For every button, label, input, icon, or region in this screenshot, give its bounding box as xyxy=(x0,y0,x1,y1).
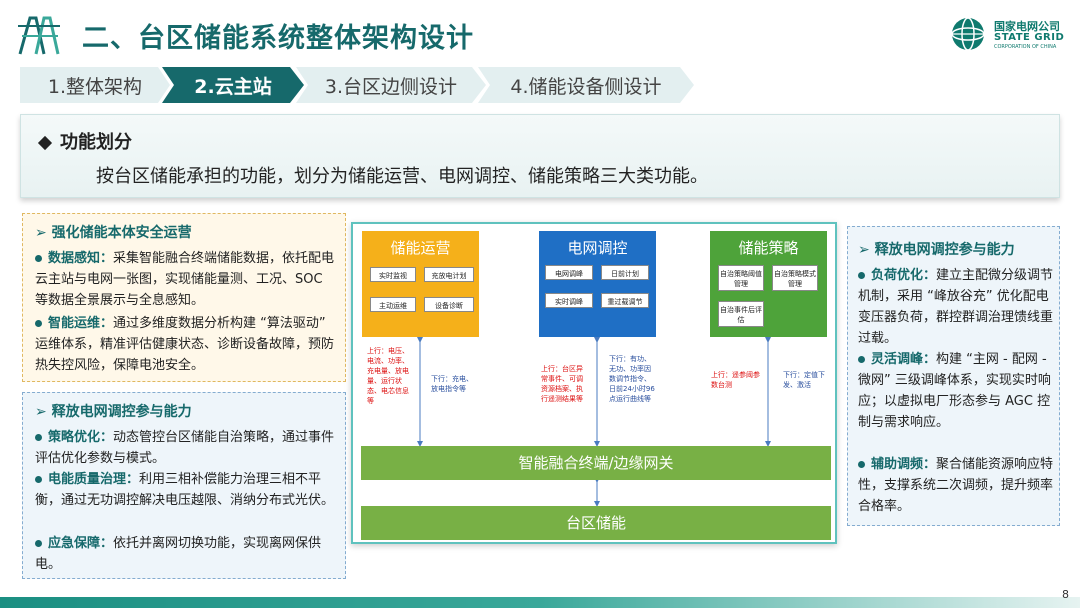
uplink-note-strategy: 上行：遥参阈参数台测 xyxy=(711,371,760,389)
chevron-right-icon: ➢ xyxy=(35,225,47,241)
list-item: 电能质量治理：利用三相补偿能力治理三相不平衡，通过无功调控解决电压越限、消纳分布… xyxy=(35,472,335,508)
data-flow-arrows xyxy=(417,337,771,507)
list-item: 负荷优化：建立主配微分级调节机制，采用 “峰放谷充” 优化配电变压器负荷，群控群… xyxy=(858,268,1054,346)
page-number: 8 xyxy=(1062,588,1069,601)
edge-gateway-bar: 智能融合终端/边缘网关 xyxy=(361,446,831,480)
logo-sub-text: CORPORATION OF CHINA xyxy=(994,44,1057,50)
bullet-icon xyxy=(35,540,42,547)
tab-overall-architecture[interactable]: 1.整体架构 xyxy=(20,67,170,103)
section-tabs: 1.整体架构 2.云主站 3.台区边侧设计 4.储能设备侧设计 xyxy=(20,67,1060,103)
bullet-icon xyxy=(35,434,42,441)
grid-dispatch-box-right: ➢ 释放电网调控参与能力 负荷优化：建立主配微分级调节机制，采用 “峰放谷充” … xyxy=(847,226,1060,526)
state-grid-globe-icon xyxy=(950,16,986,52)
power-tower-icon xyxy=(14,12,62,56)
list-item: 数据感知：采集智能融合终端储能数据，依托配电云主站与电网一张图，实现储能量测、工… xyxy=(35,251,335,308)
list-item: 智能运维：通过多维度数据分析构建 “算法驱动” 运维体系，精准评估健康状态、诊断… xyxy=(35,316,335,373)
bullet-icon xyxy=(35,320,42,327)
banner-text: 按台区储能承担的功能，划分为储能运营、电网调控、储能策略三大类功能。 xyxy=(96,166,708,187)
footer-bar xyxy=(0,597,1080,608)
banner-heading: 功能划分 xyxy=(37,128,132,154)
safety-operation-box: ➢ 强化储能本体安全运营 数据感知：采集智能融合终端储能数据，依托配电云主站与电… xyxy=(22,213,346,382)
downlink-note-operation: 下行：充电、放电指令等 xyxy=(431,375,473,393)
box-title: ➢ 释放电网调控参与能力 xyxy=(35,404,192,420)
chevron-right-icon: ➢ xyxy=(35,404,47,420)
downlink-note-dispatch: 下行：有功、无功、功率因数调节指令、日前24小时96点运行曲线等 xyxy=(609,355,655,403)
box-title: ➢ 强化储能本体安全运营 xyxy=(35,225,192,241)
uplink-note-operation: 上行：电压、电流、功率、充电量、放电量、运行状态、电芯信息等 xyxy=(367,347,409,405)
list-item: 灵活调峰：构建 “主网 - 配网 - 微网” 三级调峰体系，实现实时响应；以虚拟… xyxy=(858,352,1051,430)
list-item: 辅助调频：聚合储能资源响应特性，支撑系统二次调频，提升频率合格率。 xyxy=(858,457,1054,514)
bullet-icon xyxy=(858,461,865,468)
bullet-icon xyxy=(35,255,42,262)
bullet-icon xyxy=(858,356,865,363)
grid-dispatch-box-left: ➢ 释放电网调控参与能力 策略优化：动态管控台区储能自治策略，通过事件评估优化参… xyxy=(22,392,346,579)
station-storage-bar: 台区储能 xyxy=(361,506,831,540)
logo-en-text: STATE GRID xyxy=(994,32,1065,43)
tab-storage-device-design[interactable]: 4.储能设备侧设计 xyxy=(478,67,694,103)
tab-cloud-master-station[interactable]: 2.云主站 xyxy=(162,67,304,103)
list-item: 策略优化：动态管控台区储能自治策略，通过事件评估优化参数与模式。 xyxy=(35,430,335,466)
downlink-note-strategy: 下行：定值下发、激活 xyxy=(783,371,825,389)
uplink-note-dispatch: 上行：台区异常事件、可调资源档案、执行遥测结果等 xyxy=(541,365,583,403)
tab-edge-side-design[interactable]: 3.台区边侧设计 xyxy=(296,67,486,103)
list-item: 应急保障：依托并离网切换功能，实现离网保供电。 xyxy=(35,536,322,572)
architecture-diagram: 储能运营 实时监视 充放电计划 主动运维 设备诊断 电网调控 电网调峰 日前计划… xyxy=(351,222,837,544)
chevron-right-icon: ➢ xyxy=(858,242,870,258)
page-title: 二、台区储能系统整体架构设计 xyxy=(82,23,474,54)
box-title: ➢ 释放电网调控参与能力 xyxy=(858,242,1015,258)
bullet-icon xyxy=(858,272,865,279)
diamond-icon xyxy=(37,135,53,151)
bullet-icon xyxy=(35,476,42,483)
